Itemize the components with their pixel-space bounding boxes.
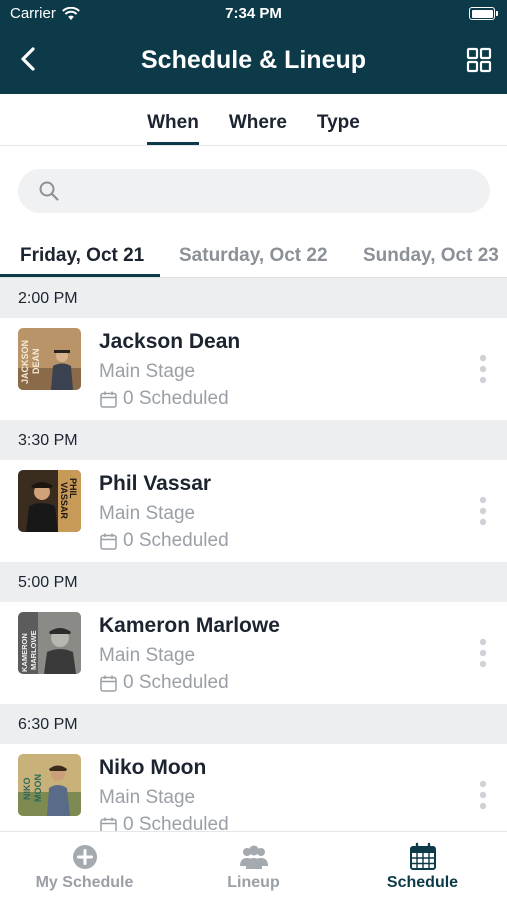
schedule-list: 2:00 PM JACKSON DEAN Jackson Dean Main S… <box>0 278 507 831</box>
search-input[interactable] <box>70 169 470 213</box>
tab-my-schedule[interactable]: My Schedule <box>0 842 169 892</box>
artist-name: Niko Moon <box>99 756 207 779</box>
tab-label: Lineup <box>227 874 280 891</box>
tab-friday[interactable]: Friday, Oct 21 <box>20 245 144 267</box>
tab-saturday[interactable]: Saturday, Oct 22 <box>179 245 328 267</box>
artist-thumbnail: KAMERON MARLOWE <box>18 612 81 674</box>
scheduled-count: 0 Scheduled <box>99 814 229 831</box>
tab-schedule[interactable]: Schedule <box>338 842 507 892</box>
more-options-icon[interactable] <box>479 780 487 810</box>
time-slot: 6:30 PM NIKO MOON Niko Moon Main Stage 0… <box>0 704 507 831</box>
calendar-icon <box>100 391 117 408</box>
scheduled-label: 0 Scheduled <box>123 672 229 693</box>
artist-name: Kameron Marlowe <box>99 614 280 637</box>
tab-sunday[interactable]: Sunday, Oct 23 <box>363 245 499 267</box>
svg-text:JACKSON: JACKSON <box>20 340 30 384</box>
app-header: Carrier 7:34 PM Schedule & Lineup <box>0 0 507 94</box>
artist-thumbnail: PHIL VASSAR <box>18 470 81 532</box>
artist-name: Jackson Dean <box>99 330 241 353</box>
stage-name: Main Stage <box>99 361 196 382</box>
day-tabs: Friday, Oct 21 Saturday, Oct 22 Sunday, … <box>0 234 507 278</box>
scheduled-label: 0 Scheduled <box>123 814 229 831</box>
slot-time-header: 2:00 PM <box>0 278 507 318</box>
svg-text:MOON: MOON <box>33 774 43 802</box>
status-bar: Carrier 7:34 PM <box>0 0 507 28</box>
filter-tab-type[interactable]: Type <box>317 94 360 145</box>
list-item[interactable]: JACKSON DEAN Jackson Dean Main Stage 0 S… <box>0 318 507 420</box>
filter-tab-when[interactable]: When <box>147 94 199 145</box>
list-item[interactable]: KAMERON MARLOWE Kameron Marlowe Main Sta… <box>0 602 507 704</box>
svg-text:NIKO: NIKO <box>22 778 32 801</box>
tab-lineup[interactable]: Lineup <box>169 842 338 892</box>
calendar-icon <box>100 675 117 692</box>
time-slot: 2:00 PM JACKSON DEAN Jackson Dean Main S… <box>0 278 507 420</box>
calendar-icon <box>409 842 436 870</box>
artist-name: Phil Vassar <box>99 472 212 495</box>
more-options-icon[interactable] <box>479 496 487 526</box>
svg-text:DEAN: DEAN <box>31 348 41 374</box>
more-options-icon[interactable] <box>479 354 487 384</box>
tab-label: Schedule <box>386 874 459 891</box>
battery-icon <box>469 7 498 20</box>
scheduled-label: 0 Scheduled <box>123 530 229 551</box>
stage-name: Main Stage <box>99 503 196 524</box>
stage-name: Main Stage <box>99 787 196 808</box>
artist-thumbnail: JACKSON DEAN <box>18 328 81 390</box>
bottom-tab-bar: My Schedule Lineup Schedule <box>0 831 507 900</box>
nav-bar: Schedule & Lineup <box>0 32 507 88</box>
list-item[interactable]: PHIL VASSAR Phil Vassar Main Stage 0 Sch… <box>0 460 507 562</box>
filter-tabs: When Where Type <box>0 94 507 146</box>
calendar-icon <box>100 817 117 831</box>
search-bar[interactable] <box>18 169 490 213</box>
search-icon <box>39 181 59 201</box>
scheduled-label: 0 Scheduled <box>123 388 229 409</box>
stage-name: Main Stage <box>99 645 196 666</box>
svg-text:MARLOWE: MARLOWE <box>29 630 38 670</box>
group-icon <box>239 845 268 869</box>
scheduled-count: 0 Scheduled <box>99 672 229 694</box>
slot-time-header: 5:00 PM <box>0 562 507 602</box>
svg-text:KAMERON: KAMERON <box>20 633 29 672</box>
add-circle-icon <box>72 845 97 869</box>
svg-text:VASSAR: VASSAR <box>59 482 69 519</box>
more-options-icon[interactable] <box>479 638 487 668</box>
tab-label: My Schedule <box>35 874 134 891</box>
scheduled-count: 0 Scheduled <box>99 388 229 410</box>
filter-tab-where[interactable]: Where <box>229 94 287 145</box>
active-day-indicator <box>0 274 160 277</box>
slot-time-header: 3:30 PM <box>0 420 507 460</box>
page-title: Schedule & Lineup <box>140 46 367 74</box>
grid-view-icon[interactable] <box>465 46 493 74</box>
status-time: 7:34 PM <box>225 5 282 22</box>
slot-time-header: 6:30 PM <box>0 704 507 744</box>
scheduled-count: 0 Scheduled <box>99 530 229 552</box>
list-item[interactable]: NIKO MOON Niko Moon Main Stage 0 Schedul… <box>0 744 507 831</box>
time-slot: 3:30 PM PHIL VASSAR Phil Vassar Main Sta… <box>0 420 507 562</box>
calendar-icon <box>100 533 117 550</box>
time-slot: 5:00 PM KAMERON MARLOWE Kameron Marlowe … <box>0 562 507 704</box>
artist-thumbnail: NIKO MOON <box>18 754 81 816</box>
